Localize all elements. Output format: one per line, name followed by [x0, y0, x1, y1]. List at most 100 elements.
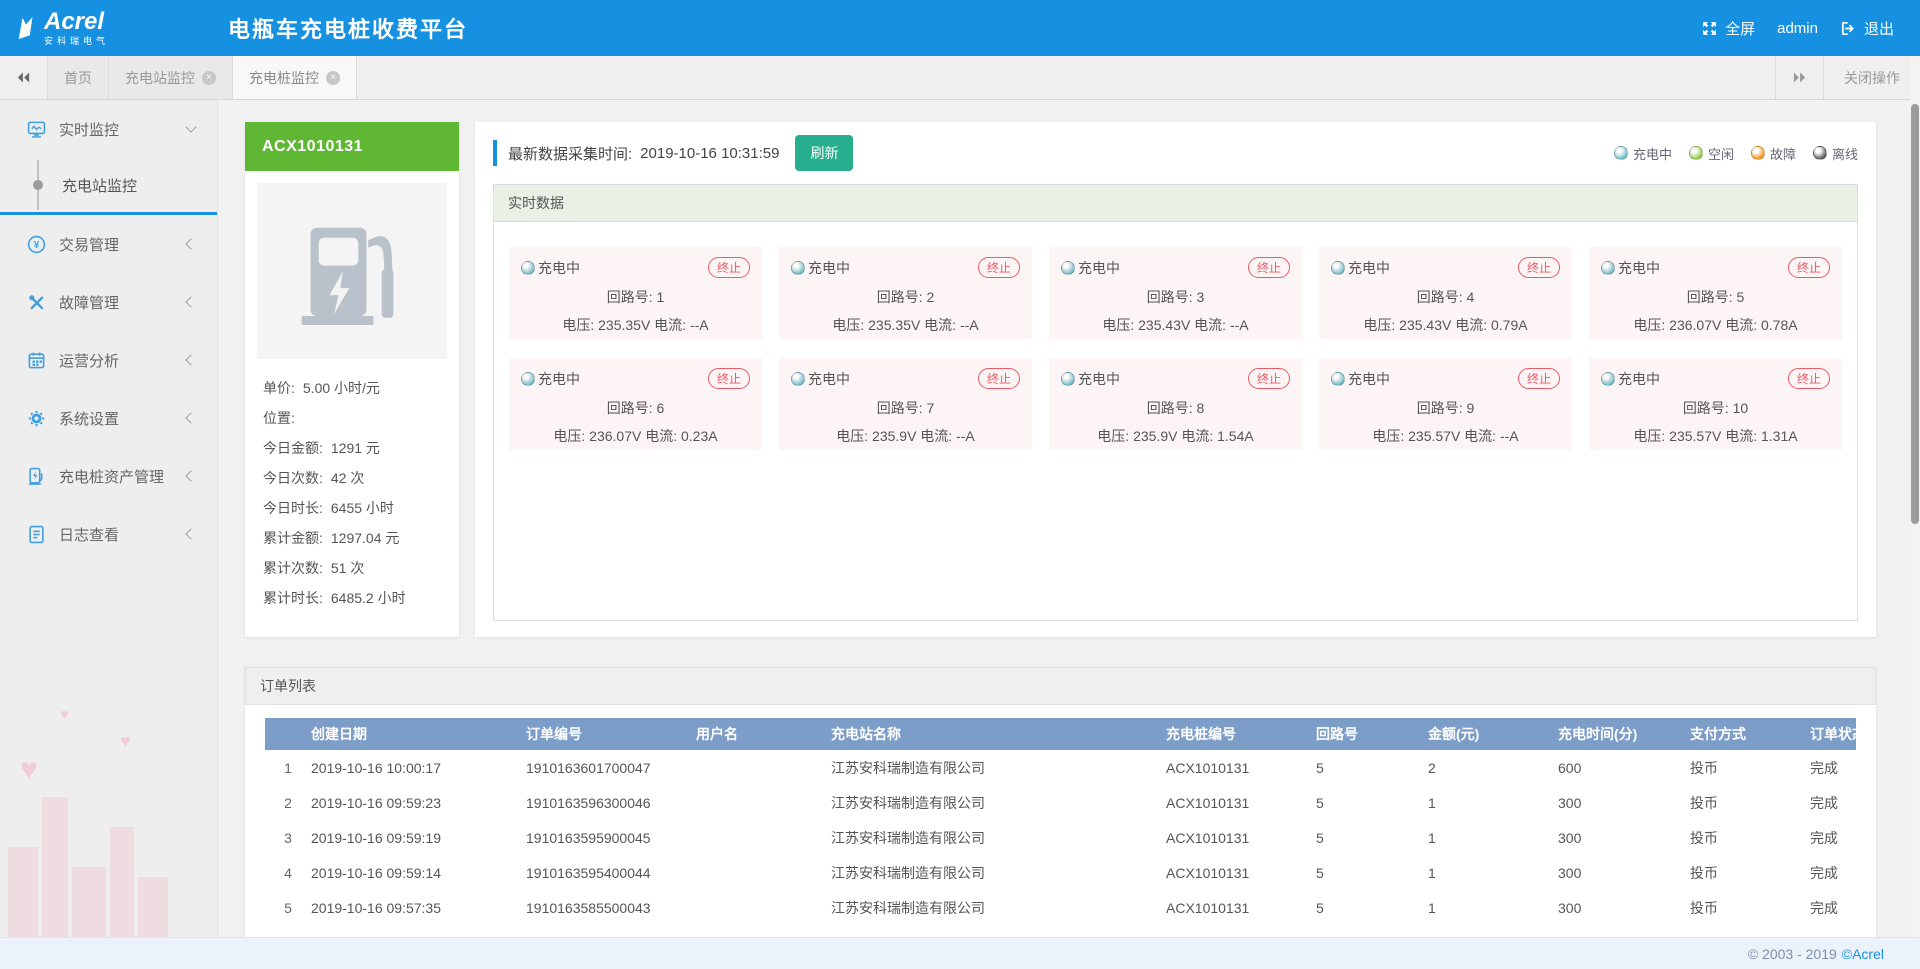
- charging-pile-icon: [289, 208, 415, 334]
- cityscape-decoration: ♥ ♥ ♥: [0, 677, 218, 937]
- table-cell: 完成: [1810, 828, 1856, 848]
- terminate-button[interactable]: 终止: [1248, 368, 1290, 389]
- sidebar-subitem-充电站监控[interactable]: 充电站监控: [0, 158, 217, 212]
- station-id: ACX1010131: [245, 122, 459, 171]
- tab-首页[interactable]: 首页: [48, 56, 109, 99]
- station-card: ACX1010131 单价:5.00 小时/元位置:今日金额:1291 元今日次…: [245, 122, 459, 637]
- collect-time-value: 2019-10-16 10:31:59: [640, 145, 779, 162]
- stat-label: 位置:: [263, 403, 295, 433]
- terminate-button[interactable]: 终止: [1518, 257, 1560, 278]
- refresh-button[interactable]: 刷新: [795, 135, 853, 171]
- sidebar-item-label: 系统设置: [59, 408, 119, 429]
- tab-充电站监控[interactable]: 充电站监控 ×: [109, 56, 233, 99]
- column-header: 充电站名称: [831, 724, 1166, 744]
- terminate-button[interactable]: 终止: [708, 368, 750, 389]
- stat-label: 累计次数:: [263, 553, 323, 583]
- charging-status-dot-icon: [521, 372, 535, 386]
- footer: © 2003 - 2019 ©Acrel: [0, 937, 1920, 969]
- close-icon[interactable]: ×: [326, 71, 340, 85]
- tabs-scroll-right-button[interactable]: [1775, 56, 1823, 99]
- table-cell: 300: [1558, 900, 1690, 916]
- status-legend: 充电中空闲故障离线: [1614, 144, 1858, 163]
- legend-item-故障: 故障: [1751, 144, 1796, 163]
- circuit-card-4: 充电中终止回路号: 4电压: 235.43V 电流: 0.79A: [1319, 247, 1572, 339]
- user-menu[interactable]: admin: [1777, 20, 1818, 37]
- chevron-left-icon: [185, 528, 196, 539]
- circuit-status-label: 充电中: [1618, 369, 1660, 389]
- circuit-meter: 电压: 235.43V 电流: --A: [1061, 315, 1290, 335]
- column-header: 充电时间(分): [1558, 724, 1690, 744]
- sidebar-subitem-label: 充电站监控: [62, 175, 137, 196]
- stat-label: 今日金额:: [263, 433, 323, 463]
- circuit-number: 回路号: 2: [791, 287, 1020, 307]
- stat-value: 6455 小时: [331, 493, 394, 523]
- sidebar-item-label: 交易管理: [59, 234, 119, 255]
- circuit-status-label: 充电中: [538, 369, 580, 389]
- sidebar-item-3[interactable]: 故障管理: [0, 273, 217, 331]
- terminate-button[interactable]: 终止: [1518, 368, 1560, 389]
- log-icon: [26, 524, 46, 544]
- terminate-button[interactable]: 终止: [1788, 257, 1830, 278]
- column-header: 支付方式: [1690, 724, 1810, 744]
- column-header: 订单编号: [526, 724, 696, 744]
- terminate-button[interactable]: 终止: [1788, 368, 1830, 389]
- sidebar-item-6[interactable]: 充电桩资产管理: [0, 447, 217, 505]
- circuit-status-label: 充电中: [1078, 369, 1120, 389]
- tab-label: 首页: [64, 68, 92, 88]
- sidebar-item-5[interactable]: 系统设置: [0, 389, 217, 447]
- stat-value: 42 次: [331, 463, 364, 493]
- logout-button[interactable]: 退出: [1840, 18, 1894, 39]
- fullscreen-button[interactable]: 全屏: [1701, 18, 1755, 39]
- close-operations-button[interactable]: 关闭操作: [1823, 56, 1920, 99]
- station-stat-row: 今日时长:6455 小时: [263, 493, 447, 523]
- terminate-button[interactable]: 终止: [978, 257, 1020, 278]
- tab-label: 充电站监控: [125, 68, 195, 88]
- circuit-meter: 电压: 236.07V 电流: 0.23A: [521, 426, 750, 446]
- table-cell: 1: [1428, 830, 1558, 846]
- station-stat-row: 今日金额:1291 元: [263, 433, 447, 463]
- sidebar-item-4[interactable]: 运营分析: [0, 331, 217, 389]
- close-icon[interactable]: ×: [202, 71, 216, 85]
- chevron-left-icon: [185, 354, 196, 365]
- chevron-left-icon: [185, 470, 196, 481]
- row-index: 3: [265, 830, 311, 846]
- tabs-scroll-left-button[interactable]: [0, 56, 48, 99]
- table-cell: 5: [1316, 865, 1428, 881]
- orders-panel: 订单列表 创建日期订单编号用户名充电站名称充电桩编号回路号金额(元)充电时间(分…: [245, 667, 1876, 937]
- chevron-left-icon: [185, 412, 196, 423]
- table-cell: 2019-10-16 09:59:14: [311, 865, 526, 881]
- sidebar-item-1[interactable]: 实时监控: [0, 100, 217, 158]
- circuit-card-8: 充电中终止回路号: 8电压: 235.9V 电流: 1.54A: [1049, 358, 1302, 450]
- table-row: 12019-10-16 10:00:171910163601700047江苏安科…: [265, 750, 1856, 785]
- table-cell: 1910163601700047: [526, 760, 696, 776]
- orders-table-header: 创建日期订单编号用户名充电站名称充电桩编号回路号金额(元)充电时间(分)支付方式…: [265, 718, 1856, 750]
- charging-pile-image: [257, 183, 447, 359]
- charging-status-dot-icon: [1601, 372, 1615, 386]
- table-cell: ACX1010131: [1166, 760, 1316, 776]
- terminate-button[interactable]: 终止: [708, 257, 750, 278]
- brand-link[interactable]: ©Acrel: [1842, 946, 1884, 962]
- scrollbar[interactable]: [1911, 104, 1919, 524]
- chevron-down-icon: [185, 121, 196, 132]
- terminate-button[interactable]: 终止: [1248, 257, 1290, 278]
- legend-label: 故障: [1770, 144, 1796, 163]
- terminate-button[interactable]: 终止: [978, 368, 1020, 389]
- circuit-status-label: 充电中: [1348, 369, 1390, 389]
- sidebar-item-2[interactable]: ¥交易管理: [0, 215, 217, 273]
- orders-table: 创建日期订单编号用户名充电站名称充电桩编号回路号金额(元)充电时间(分)支付方式…: [265, 718, 1856, 925]
- table-cell: 江苏安科瑞制造有限公司: [831, 758, 1166, 778]
- table-cell: 江苏安科瑞制造有限公司: [831, 898, 1166, 918]
- circuit-card-10: 充电中终止回路号: 10电压: 235.57V 电流: 1.31A: [1589, 358, 1842, 450]
- sidebar-item-7[interactable]: 日志查看: [0, 505, 217, 563]
- circuit-number: 回路号: 9: [1331, 398, 1560, 418]
- row-index: 2: [265, 795, 311, 811]
- circuit-meter: 电压: 236.07V 电流: 0.78A: [1601, 315, 1830, 335]
- table-cell: 5: [1316, 830, 1428, 846]
- stat-value: 1297.04 元: [331, 523, 400, 553]
- charging-status-dot-icon: [1331, 372, 1345, 386]
- legend-label: 离线: [1832, 144, 1858, 163]
- station-stat-row: 今日次数:42 次: [263, 463, 447, 493]
- charging-pile-icon: [26, 466, 46, 486]
- table-cell: 完成: [1810, 758, 1856, 778]
- tab-充电桩监控[interactable]: 充电桩监控×: [233, 56, 357, 99]
